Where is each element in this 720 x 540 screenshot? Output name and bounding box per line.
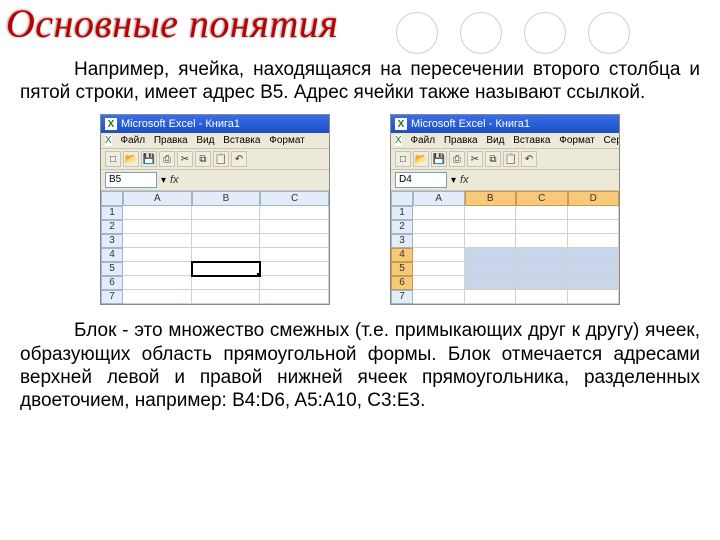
doc-icon: X [395,135,402,146]
menu-item: Сервис [604,135,619,146]
selected-cell [465,248,517,262]
excel-screenshot-cell: X Microsoft Excel - Книга1 X Файл Правка… [100,114,330,305]
dropdown-icon: ▾ [161,175,166,186]
excel-screenshot-block: X Microsoft Excel - Книга1 X Файл Правка… [390,114,620,305]
excel-icon: X [395,118,407,130]
titlebar: X Microsoft Excel - Книга1 [391,115,619,133]
titlebar-text: Microsoft Excel - Книга1 [411,118,530,130]
row-header: 7 [391,290,413,304]
new-icon: □ [105,151,121,167]
row-header: 2 [101,220,123,234]
fx-icon: fx [460,174,469,186]
paragraph-1-text: Например, ячейка, находящаяся на пересеч… [20,59,700,103]
menu-item: Правка [154,135,188,146]
col-header: A [123,191,192,206]
formula-bar: D4 ▾ fx [391,170,619,191]
row-header: 7 [101,290,123,304]
menu-item: Файл [120,135,145,146]
open-icon: 📂 [413,151,429,167]
formula-bar: B5 ▾ fx [101,170,329,191]
spreadsheet-grid: A B C D 1 2 3 4 5 6 7 [391,191,619,304]
open-icon: 📂 [123,151,139,167]
paragraph-2-text: Блок - это множество смежных (т.е. примы… [20,320,700,411]
titlebar: X Microsoft Excel - Книга1 [101,115,329,133]
row-header: 4 [391,248,413,262]
menu-item: Вид [196,135,214,146]
paste-icon: 📋 [503,151,519,167]
col-header: B [192,191,261,206]
row-header: 6 [101,276,123,290]
print-icon: ⎙ [159,151,175,167]
menu-item: Формат [559,135,595,146]
paragraph-2: Блок - это множество смежных (т.е. примы… [0,307,720,416]
name-box: B5 [105,172,157,188]
grid-body: 1 2 3 4 5 6 7 [101,206,329,304]
col-header: B [465,191,517,206]
save-icon: 💾 [141,151,157,167]
spreadsheet-grid: A B C 1 2 3 4 5 6 7 [101,191,329,304]
menu-item: Формат [269,135,305,146]
excel-icon: X [105,118,117,130]
menu-item: Вставка [223,135,260,146]
menu-item: Файл [410,135,435,146]
col-header: A [413,191,465,206]
row-header: 6 [391,276,413,290]
titlebar-text: Microsoft Excel - Книга1 [121,118,240,130]
paragraph-1: Например, ячейка, находящаяся на пересеч… [0,46,720,108]
grid-body: 1 2 3 4 5 6 7 [391,206,619,304]
toolbar: □ 📂 💾 ⎙ ✂ ⧉ 📋 ↶ [101,149,329,170]
paste-icon: 📋 [213,151,229,167]
row-header: 2 [391,220,413,234]
active-cell [192,262,261,276]
menubar: X Файл Правка Вид Вставка Формат [101,133,329,149]
row-header: 3 [101,234,123,248]
decorative-circles [396,12,630,54]
name-box: D4 [395,172,447,188]
row-header: 3 [391,234,413,248]
undo-icon: ↶ [231,151,247,167]
dropdown-icon: ▾ [451,175,456,186]
fx-icon: fx [170,174,179,186]
select-all-corner [391,191,413,206]
toolbar: □ 📂 💾 ⎙ ✂ ⧉ 📋 ↶ [391,149,619,170]
col-header: C [516,191,568,206]
row-header: 1 [391,206,413,220]
row-header: 5 [391,262,413,276]
row-header: 4 [101,248,123,262]
new-icon: □ [395,151,411,167]
col-header: D [568,191,620,206]
print-icon: ⎙ [449,151,465,167]
copy-icon: ⧉ [485,151,501,167]
undo-icon: ↶ [521,151,537,167]
col-header: C [260,191,329,206]
select-all-corner [101,191,123,206]
row-header: 1 [101,206,123,220]
save-icon: 💾 [431,151,447,167]
row-header: 5 [101,262,123,276]
cut-icon: ✂ [467,151,483,167]
menu-item: Вставка [513,135,550,146]
cut-icon: ✂ [177,151,193,167]
copy-icon: ⧉ [195,151,211,167]
menubar: X Файл Правка Вид Вставка Формат Сервис … [391,133,619,149]
doc-icon: X [105,135,112,146]
menu-item: Вид [486,135,504,146]
menu-item: Правка [444,135,478,146]
screenshots-row: X Microsoft Excel - Книга1 X Файл Правка… [0,108,720,307]
